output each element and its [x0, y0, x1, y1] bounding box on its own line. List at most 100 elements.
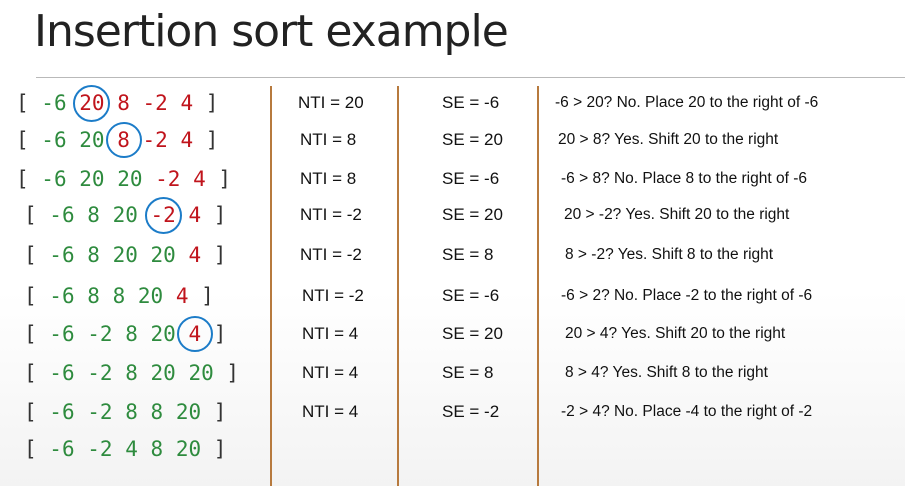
array-state: [ -6 -2 8 20 4 ] [24, 316, 227, 352]
array-element: -6 [41, 167, 67, 191]
close-bracket: ] [218, 167, 232, 191]
nti-value: NTI = 4 [302, 324, 359, 343]
close-bracket: ] [213, 437, 227, 461]
close-bracket: ] [213, 322, 227, 346]
open-bracket: [ [24, 284, 50, 308]
array-element: -6 [49, 203, 75, 227]
se-value: SE = -6 [442, 169, 500, 188]
nti-value: NTI = 8 [300, 169, 357, 188]
array-element: 4 [180, 91, 194, 115]
array-element: 8 [87, 284, 100, 308]
step-row: [ -6 20 8 -2 4 ] NTI = 8 SE = 20 20 > 8? Ye… [0, 122, 905, 161]
array-element: 8 [87, 203, 100, 227]
array-state: [ -6 20 20 -2 4 ] [16, 164, 231, 194]
step-explanation: -6 > 2? No. Place -2 to the right of -6 [561, 287, 813, 304]
open-bracket: [ [16, 91, 42, 115]
se-value: SE = -6 [442, 93, 500, 112]
step-row: [ -6 8 8 20 4 ] NTI = -2 SE = -6 -6 > 2? No… [0, 281, 905, 317]
array-element: 8 [112, 284, 126, 308]
step-row: [ -6 -2 8 20 20 ] NTI = 4 SE = 8 8 > 4? Yes… [0, 358, 905, 394]
array-element: 20 [150, 361, 176, 385]
step-row: [ -6 20 20 -2 4 ] NTI = 8 SE = -6 -6 > 8? N… [0, 164, 905, 200]
step-row: [ -6 8 20 -2 4 ] NTI = -2 SE = 20 20 > -2? … [0, 196, 905, 236]
open-bracket: [ [24, 361, 50, 385]
nti-value: NTI = 20 [298, 93, 364, 112]
array-element: 8 [125, 400, 138, 424]
array-element: -2 [155, 167, 181, 191]
array-element: 20 [175, 400, 202, 424]
array-element: 8 [150, 400, 164, 424]
array-element: 20 [112, 203, 138, 227]
array-element: -6 [49, 243, 75, 267]
step-row: [ -6 -2 8 8 20 ] NTI = 4 SE = -2 -2 > 4? No… [0, 397, 905, 433]
array-element: -2 [87, 437, 113, 461]
array-state: [ -6 8 8 20 4 ] [24, 281, 214, 311]
array-state: [ -6 -2 8 8 20 ] [24, 397, 226, 427]
open-bracket: [ [16, 167, 42, 191]
se-value: SE = -2 [442, 402, 500, 421]
array-element: 20 [79, 167, 105, 191]
step-explanation: 20 > 8? Yes. Shift 20 to the right [558, 131, 779, 148]
current-element-circle [176, 316, 213, 352]
step-row: [ -6 -2 8 20 4 ] NTI = 4 SE = 20 20 > 4? Ye… [0, 316, 905, 355]
step-row: [ -6 -2 4 8 20 ] [0, 434, 905, 470]
array-element: 20 [150, 243, 176, 267]
array-element: -2 [87, 322, 113, 346]
array-element: 4 [188, 203, 202, 227]
array-element-current: 4 [176, 316, 213, 352]
array-element: -6 [49, 284, 75, 308]
array-state: [ -6 -2 4 8 20 ] [24, 434, 226, 464]
array-element: 20 [117, 167, 143, 191]
array-element: 4 [175, 284, 189, 308]
open-bracket: [ [24, 203, 50, 227]
array-element: -2 [87, 361, 113, 385]
array-state: [ -6 -2 8 20 20 ] [24, 358, 239, 388]
se-value: SE = 20 [442, 324, 503, 343]
array-state: [ -6 8 20 20 4 ] [24, 240, 226, 270]
array-element: 4 [188, 243, 202, 267]
nti-value: NTI = 8 [300, 130, 357, 149]
array-element: 4 [125, 437, 138, 461]
step-row: [ -6 20 8 -2 4 ] NTI = 20 SE = -6 -6 > 20? … [0, 84, 905, 124]
array-element: 20 [79, 128, 105, 152]
step-explanation: 20 > 4? Yes. Shift 20 to the right [565, 325, 786, 342]
step-explanation: 8 > -2? Yes. Shift 8 to the right [565, 246, 774, 263]
open-bracket: [ [16, 128, 42, 152]
se-value: SE = 8 [442, 363, 494, 382]
step-row: [ -6 8 20 20 4 ] NTI = -2 SE = 8 8 > -2? Ye… [0, 240, 905, 276]
array-state: [ -6 8 20 -2 4 ] [24, 196, 227, 234]
array-element: -6 [49, 437, 75, 461]
close-bracket: ] [201, 284, 214, 308]
current-element-circle [73, 84, 111, 122]
step-explanation: -2 > 4? No. Place -4 to the right of -2 [561, 403, 813, 420]
array-element: 8 [125, 361, 138, 385]
array-element: -6 [49, 400, 75, 424]
array-element: 8 [125, 322, 138, 346]
open-bracket: [ [24, 400, 50, 424]
array-state: [ -6 20 8 -2 4 ] [16, 84, 218, 122]
nti-value: NTI = 4 [302, 363, 359, 382]
se-value: SE = 20 [442, 130, 503, 149]
open-bracket: [ [24, 437, 50, 461]
nti-value: NTI = 4 [302, 402, 359, 421]
array-element-current: 8 [105, 122, 142, 158]
array-element: -2 [142, 91, 168, 115]
array-element: 8 [117, 91, 130, 115]
nti-value: NTI = -2 [302, 286, 364, 305]
array-element: -2 [142, 128, 168, 152]
open-bracket: [ [24, 322, 50, 346]
step-explanation: -6 > 8? No. Place 8 to the right of -6 [561, 170, 807, 187]
close-bracket: ] [213, 203, 227, 227]
array-element: -6 [49, 322, 75, 346]
step-explanation: -6 > 20? No. Place 20 to the right of -6 [555, 94, 819, 111]
array-element: 8 [150, 437, 164, 461]
array-element-current: -2 [144, 196, 182, 234]
nti-value: NTI = -2 [300, 205, 362, 224]
current-element-circle [144, 196, 182, 234]
close-bracket: ] [226, 361, 240, 385]
array-element: 8 [87, 243, 100, 267]
se-value: SE = -6 [442, 286, 500, 305]
array-element: 20 [112, 243, 138, 267]
array-element: -6 [41, 91, 67, 115]
array-element: -6 [41, 128, 67, 152]
